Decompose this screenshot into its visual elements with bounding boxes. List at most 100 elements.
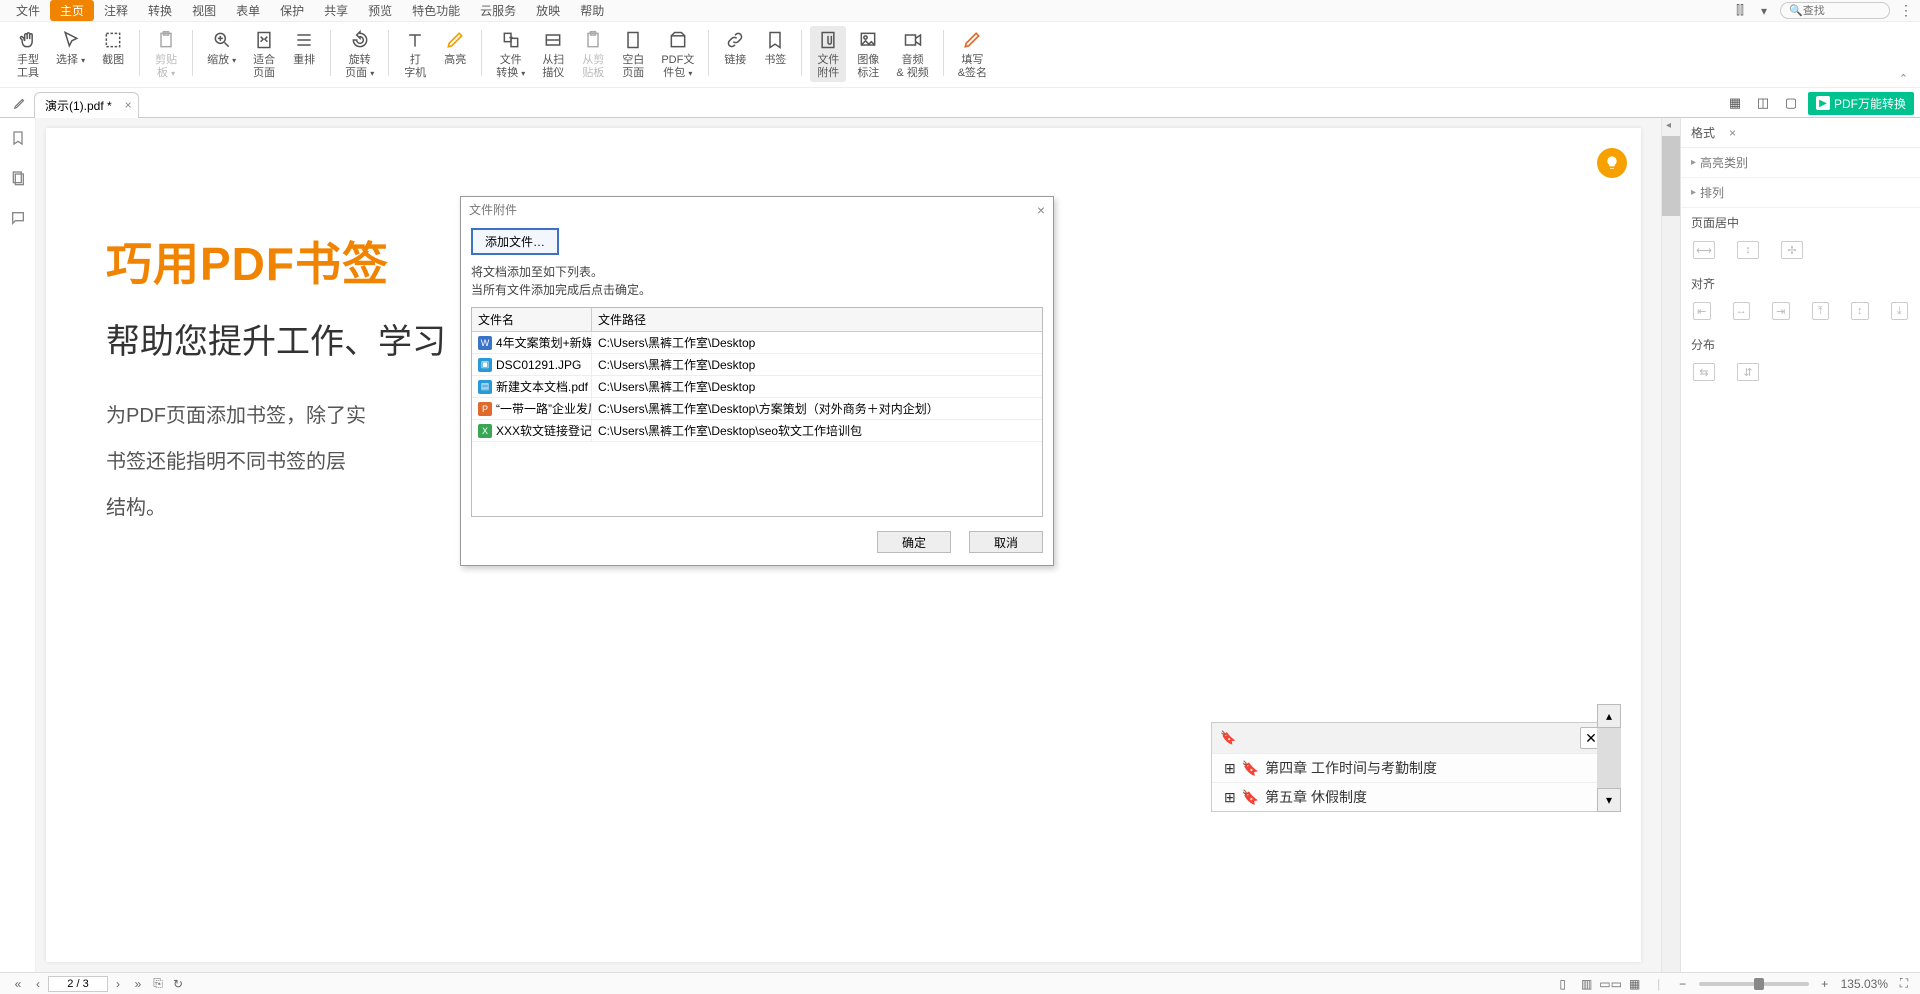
cancel-button[interactable]: 取消 (969, 531, 1043, 553)
two-page-icon[interactable]: ▭▭ (1603, 976, 1619, 992)
zoom-slider[interactable] (1699, 982, 1809, 986)
lightbulb-icon[interactable] (1597, 148, 1627, 178)
distribute-h-icon[interactable]: ⇆ (1693, 363, 1715, 381)
layout-dropdown-icon[interactable]: ▾ (1756, 3, 1772, 19)
layout-columns-icon[interactable]: ⫿⫿ (1732, 3, 1748, 19)
scroll-up-icon[interactable]: ▴ (1597, 704, 1621, 728)
column-header-path[interactable]: 文件路径 (592, 308, 1042, 331)
menu-cloud[interactable]: 云服务 (470, 0, 526, 21)
align-right-icon[interactable]: ⇥ (1772, 302, 1790, 320)
menu-protect[interactable]: 保护 (270, 0, 314, 21)
page-rotate-icon[interactable]: ↻ (168, 977, 188, 991)
ribbon-fromclip-button[interactable]: 从剪贴板 (575, 26, 611, 82)
ribbon-imgann-button[interactable]: 图像标注 (850, 26, 886, 82)
add-file-button[interactable]: 添加文件… (471, 228, 559, 255)
ribbon-collapse-icon[interactable]: ⌃ (1895, 70, 1912, 87)
ribbon-type-button[interactable]: 打字机 (397, 26, 433, 82)
center-both-icon[interactable]: ✢ (1781, 241, 1803, 259)
align-left-icon[interactable]: ⇤ (1693, 302, 1711, 320)
file-row[interactable]: ▣DSC01291.JPGC:\Users\黑裤工作室\Desktop (472, 354, 1042, 376)
ribbon-hand-button[interactable]: 手型工具 (10, 26, 46, 82)
menu-help[interactable]: 帮助 (570, 0, 614, 21)
ribbon-blank-button[interactable]: 空白页面 (615, 26, 651, 82)
bookmark-panel-icon[interactable] (8, 128, 28, 148)
ribbon-reflow-button[interactable]: 重排 (286, 26, 322, 69)
document-tab-close-icon[interactable]: × (125, 98, 132, 112)
dialog-close-icon[interactable]: × (1037, 202, 1045, 218)
menu-convert[interactable]: 转换 (138, 0, 182, 21)
menu-features[interactable]: 特色功能 (402, 0, 470, 21)
zoom-in-icon[interactable]: + (1817, 976, 1833, 992)
menu-view[interactable]: 视图 (182, 0, 226, 21)
ribbon-sign-button[interactable]: 填写&签名 (952, 26, 993, 82)
align-top-icon[interactable]: ⤒ (1812, 302, 1830, 320)
zoom-slider-knob[interactable] (1754, 978, 1764, 990)
column-header-name[interactable]: 文件名 (472, 308, 592, 331)
ribbon-zoom-button[interactable]: 缩放 ▾ (201, 26, 242, 69)
box-icon[interactable]: ▢ (1780, 92, 1802, 114)
document-tab[interactable]: 演示(1).pdf * × (34, 92, 139, 118)
panel-collapse-icon[interactable]: ◂ (1666, 120, 1676, 130)
overflow-menu-icon[interactable]: ⋮ (1898, 3, 1914, 19)
search-input[interactable] (1803, 5, 1873, 17)
ribbon-hilite-button[interactable]: 高亮 (437, 26, 473, 69)
pencil-icon[interactable] (6, 89, 34, 117)
center-v-icon[interactable]: ↕ (1737, 241, 1759, 259)
align-bottom-icon[interactable]: ⤓ (1891, 302, 1909, 320)
menu-slideshow[interactable]: 放映 (526, 0, 570, 21)
menu-home[interactable]: 主页 (50, 0, 94, 21)
ribbon-fitpage-button[interactable]: 适合页面 (246, 26, 282, 82)
ribbon-pdfpkg-button[interactable]: PDF文件包 ▾ (655, 26, 700, 82)
first-page-icon[interactable]: « (8, 977, 28, 991)
next-page-icon[interactable]: › (108, 977, 128, 991)
distribute-v-icon[interactable]: ⇵ (1737, 363, 1759, 381)
section-highlight-type[interactable]: 高亮类别 (1681, 148, 1920, 178)
comments-panel-icon[interactable] (8, 208, 28, 228)
ribbon-convert-button[interactable]: 文件转换 ▾ (490, 26, 531, 82)
pdf-conversion-badge[interactable]: ▶ PDF万能转换 (1808, 92, 1914, 115)
menu-form[interactable]: 表单 (226, 0, 270, 21)
inset-scrollbar[interactable]: ▴ ▾ (1597, 704, 1621, 812)
scroll-down-icon[interactable]: ▾ (1597, 788, 1621, 812)
prev-page-icon[interactable]: ‹ (28, 977, 48, 991)
zoom-percent-label[interactable]: 135.03% (1841, 977, 1888, 991)
bookmark-row[interactable]: ⊞ 🔖 第五章 休假制度 (1212, 782, 1610, 811)
file-row[interactable]: P“一带一路”企业发展…C:\Users\黑裤工作室\Desktop\方案策划（… (472, 398, 1042, 420)
two-continuous-icon[interactable]: ▦ (1627, 976, 1643, 992)
menu-file[interactable]: 文件 (6, 0, 50, 21)
zoom-out-icon[interactable]: − (1675, 976, 1691, 992)
columns-view-icon[interactable]: ◫ (1752, 92, 1774, 114)
expand-icon[interactable]: ⊞ (1224, 760, 1236, 777)
ribbon-attach-button[interactable]: 文件附件 (810, 26, 846, 82)
ribbon-scanner-button[interactable]: 从扫描仪 (535, 26, 571, 82)
pages-panel-icon[interactable] (8, 168, 28, 188)
fullscreen-icon[interactable]: ⛶ (1896, 976, 1912, 992)
ribbon-link-button[interactable]: 链接 (717, 26, 753, 69)
expand-icon[interactable]: ⊞ (1224, 789, 1236, 806)
file-row[interactable]: XXXX软文链接登记表…C:\Users\黑裤工作室\Desktop\seo软文… (472, 420, 1042, 442)
file-list-grid[interactable]: 文件名 文件路径 W4年文案策划+新媒…C:\Users\黑裤工作室\Deskt… (471, 307, 1043, 517)
menu-share[interactable]: 共享 (314, 0, 358, 21)
scroll-track[interactable] (1597, 728, 1621, 788)
menu-annotate[interactable]: 注释 (94, 0, 138, 21)
ribbon-rotate-button[interactable]: 旋转页面 ▾ (339, 26, 380, 82)
center-h-icon[interactable]: ⟷ (1693, 241, 1715, 259)
ribbon-cursor-button[interactable]: 选择 ▾ (50, 26, 91, 69)
ribbon-bookmark-button[interactable]: 书签 (757, 26, 793, 69)
bookmark-row[interactable]: ⊞ 🔖 第四章 工作时间与考勤制度 (1212, 753, 1610, 782)
page-copy-icon[interactable]: ⎘ (148, 976, 168, 991)
menu-preview[interactable]: 预览 (358, 0, 402, 21)
file-row[interactable]: W4年文案策划+新媒…C:\Users\黑裤工作室\Desktop (472, 332, 1042, 354)
scroll-thumb[interactable] (1662, 136, 1680, 216)
single-page-icon[interactable]: ▯ (1555, 976, 1571, 992)
grid-view-icon[interactable]: ▦ (1724, 92, 1746, 114)
ribbon-snip-button[interactable]: 截图 (95, 26, 131, 69)
ribbon-paste-button[interactable]: 剪贴板 ▾ (148, 26, 184, 82)
ribbon-av-button[interactable]: 音频& 视频 (890, 26, 934, 82)
vertical-scrollbar[interactable]: ◂ (1662, 118, 1680, 972)
search-box[interactable]: 🔍 (1780, 2, 1890, 19)
file-row[interactable]: ▤新建文本文档.pdfC:\Users\黑裤工作室\Desktop (472, 376, 1042, 398)
align-center-icon[interactable]: ↔ (1733, 302, 1751, 320)
ok-button[interactable]: 确定 (877, 531, 951, 553)
last-page-icon[interactable]: » (128, 977, 148, 991)
